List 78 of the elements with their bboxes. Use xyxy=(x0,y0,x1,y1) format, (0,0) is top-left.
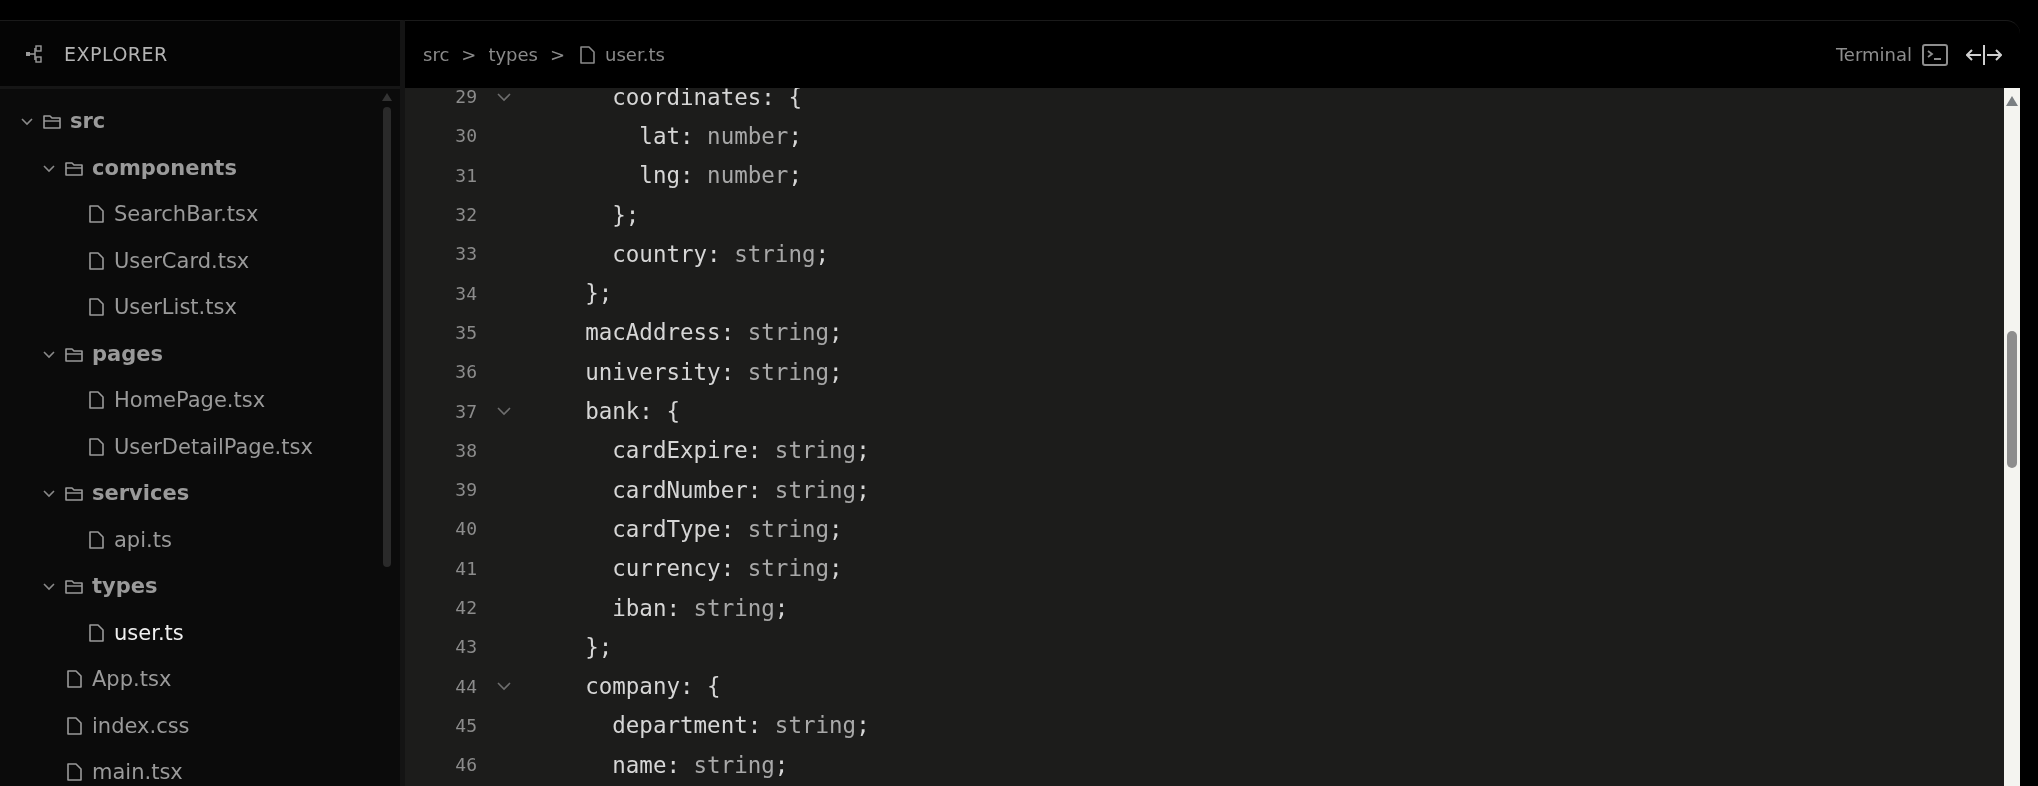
breadcrumb-item[interactable]: user.ts xyxy=(605,44,665,65)
file-icon xyxy=(64,762,84,783)
file-item[interactable]: App.tsx xyxy=(0,656,380,703)
code-line: name: string; xyxy=(611,751,789,778)
line-number: 35 xyxy=(454,321,477,343)
folder-item[interactable]: services xyxy=(0,470,380,517)
line-number: 41 xyxy=(454,557,477,579)
code-line: coordinates: { xyxy=(611,88,802,110)
split-arrows-icon[interactable] xyxy=(1966,43,2002,66)
line-number: 42 xyxy=(454,597,477,618)
breadcrumb-separator: > xyxy=(461,44,477,65)
terminal-icon xyxy=(1922,43,1948,66)
code-line: iban: string; xyxy=(611,594,789,621)
line-number: 29 xyxy=(454,88,477,108)
line-number: 31 xyxy=(454,164,477,186)
folder-item[interactable]: components xyxy=(0,144,380,191)
scrollbar-thumb[interactable] xyxy=(383,107,391,567)
code-line: country: string; xyxy=(611,240,830,267)
code-line: department: string; xyxy=(611,712,870,739)
line-number: 46 xyxy=(454,754,477,776)
file-icon xyxy=(86,436,106,457)
line-number: 40 xyxy=(454,518,477,540)
file-item[interactable]: SearchBar.tsx xyxy=(0,191,380,238)
file-icon xyxy=(86,622,106,643)
code-line: cardExpire: string; xyxy=(611,437,870,464)
file-item[interactable]: UserDetailPage.tsx xyxy=(0,423,380,470)
line-number: 39 xyxy=(454,479,477,501)
file-item[interactable]: UserList.tsx xyxy=(0,284,380,331)
file-item[interactable]: api.ts xyxy=(0,516,380,563)
code-line: }; xyxy=(584,633,613,660)
file-icon xyxy=(64,715,84,736)
code-line: bank: { xyxy=(584,398,680,424)
line-number: 38 xyxy=(454,439,477,461)
breadcrumb-item[interactable]: src xyxy=(423,44,450,65)
code-line: cardNumber: string; xyxy=(611,476,870,503)
line-number: 32 xyxy=(454,204,477,226)
line-number: 30 xyxy=(454,125,477,147)
scrollbar-thumb[interactable] xyxy=(2007,331,2017,468)
code-line: lng: number; xyxy=(638,162,802,189)
breadcrumb-item[interactable]: types xyxy=(488,44,538,65)
file-item[interactable]: user.ts xyxy=(0,609,380,656)
code-line: }; xyxy=(584,280,613,307)
fold-chevron-icon[interactable] xyxy=(497,406,511,416)
code-line: cardType: string; xyxy=(611,515,843,542)
folder-item[interactable]: src xyxy=(0,98,380,145)
folder-item[interactable]: pages xyxy=(0,330,380,377)
terminal-button[interactable]: Terminal xyxy=(1833,39,1950,70)
line-number: 33 xyxy=(454,243,477,265)
file-item[interactable]: index.css xyxy=(0,702,380,749)
fold-chevron-icon[interactable] xyxy=(497,91,511,102)
file-icon xyxy=(86,297,106,318)
file-item[interactable]: main.tsx xyxy=(0,749,380,786)
fold-chevron-icon[interactable] xyxy=(497,681,511,692)
code-line: company: { xyxy=(584,673,721,700)
file-icon xyxy=(86,204,106,225)
code-line: lat: number; xyxy=(638,122,802,149)
scroll-up-icon[interactable] xyxy=(2006,96,2018,106)
folder-item[interactable]: types xyxy=(0,563,380,610)
file-icon xyxy=(577,44,598,65)
line-number: 34 xyxy=(454,282,477,304)
file-icon xyxy=(64,669,84,690)
file-item[interactable]: UserCard.tsx xyxy=(0,237,380,284)
code-line: currency: string; xyxy=(611,555,843,582)
file-icon xyxy=(86,390,106,411)
file-icon xyxy=(86,250,106,271)
line-number: 44 xyxy=(454,675,477,697)
explorer-title: EXPLORER xyxy=(64,42,168,65)
line-number: 36 xyxy=(454,361,477,383)
code-line: }; xyxy=(611,201,640,228)
code-line: macAddress: string; xyxy=(584,319,843,346)
explorer-icon xyxy=(24,43,44,64)
file-icon xyxy=(86,529,106,550)
line-number: 43 xyxy=(454,636,477,658)
code-line: university: string; xyxy=(584,358,843,385)
file-item[interactable]: HomePage.tsx xyxy=(0,377,380,424)
breadcrumb-separator: > xyxy=(549,44,566,65)
line-number: 37 xyxy=(454,400,477,422)
line-number: 45 xyxy=(454,714,477,736)
